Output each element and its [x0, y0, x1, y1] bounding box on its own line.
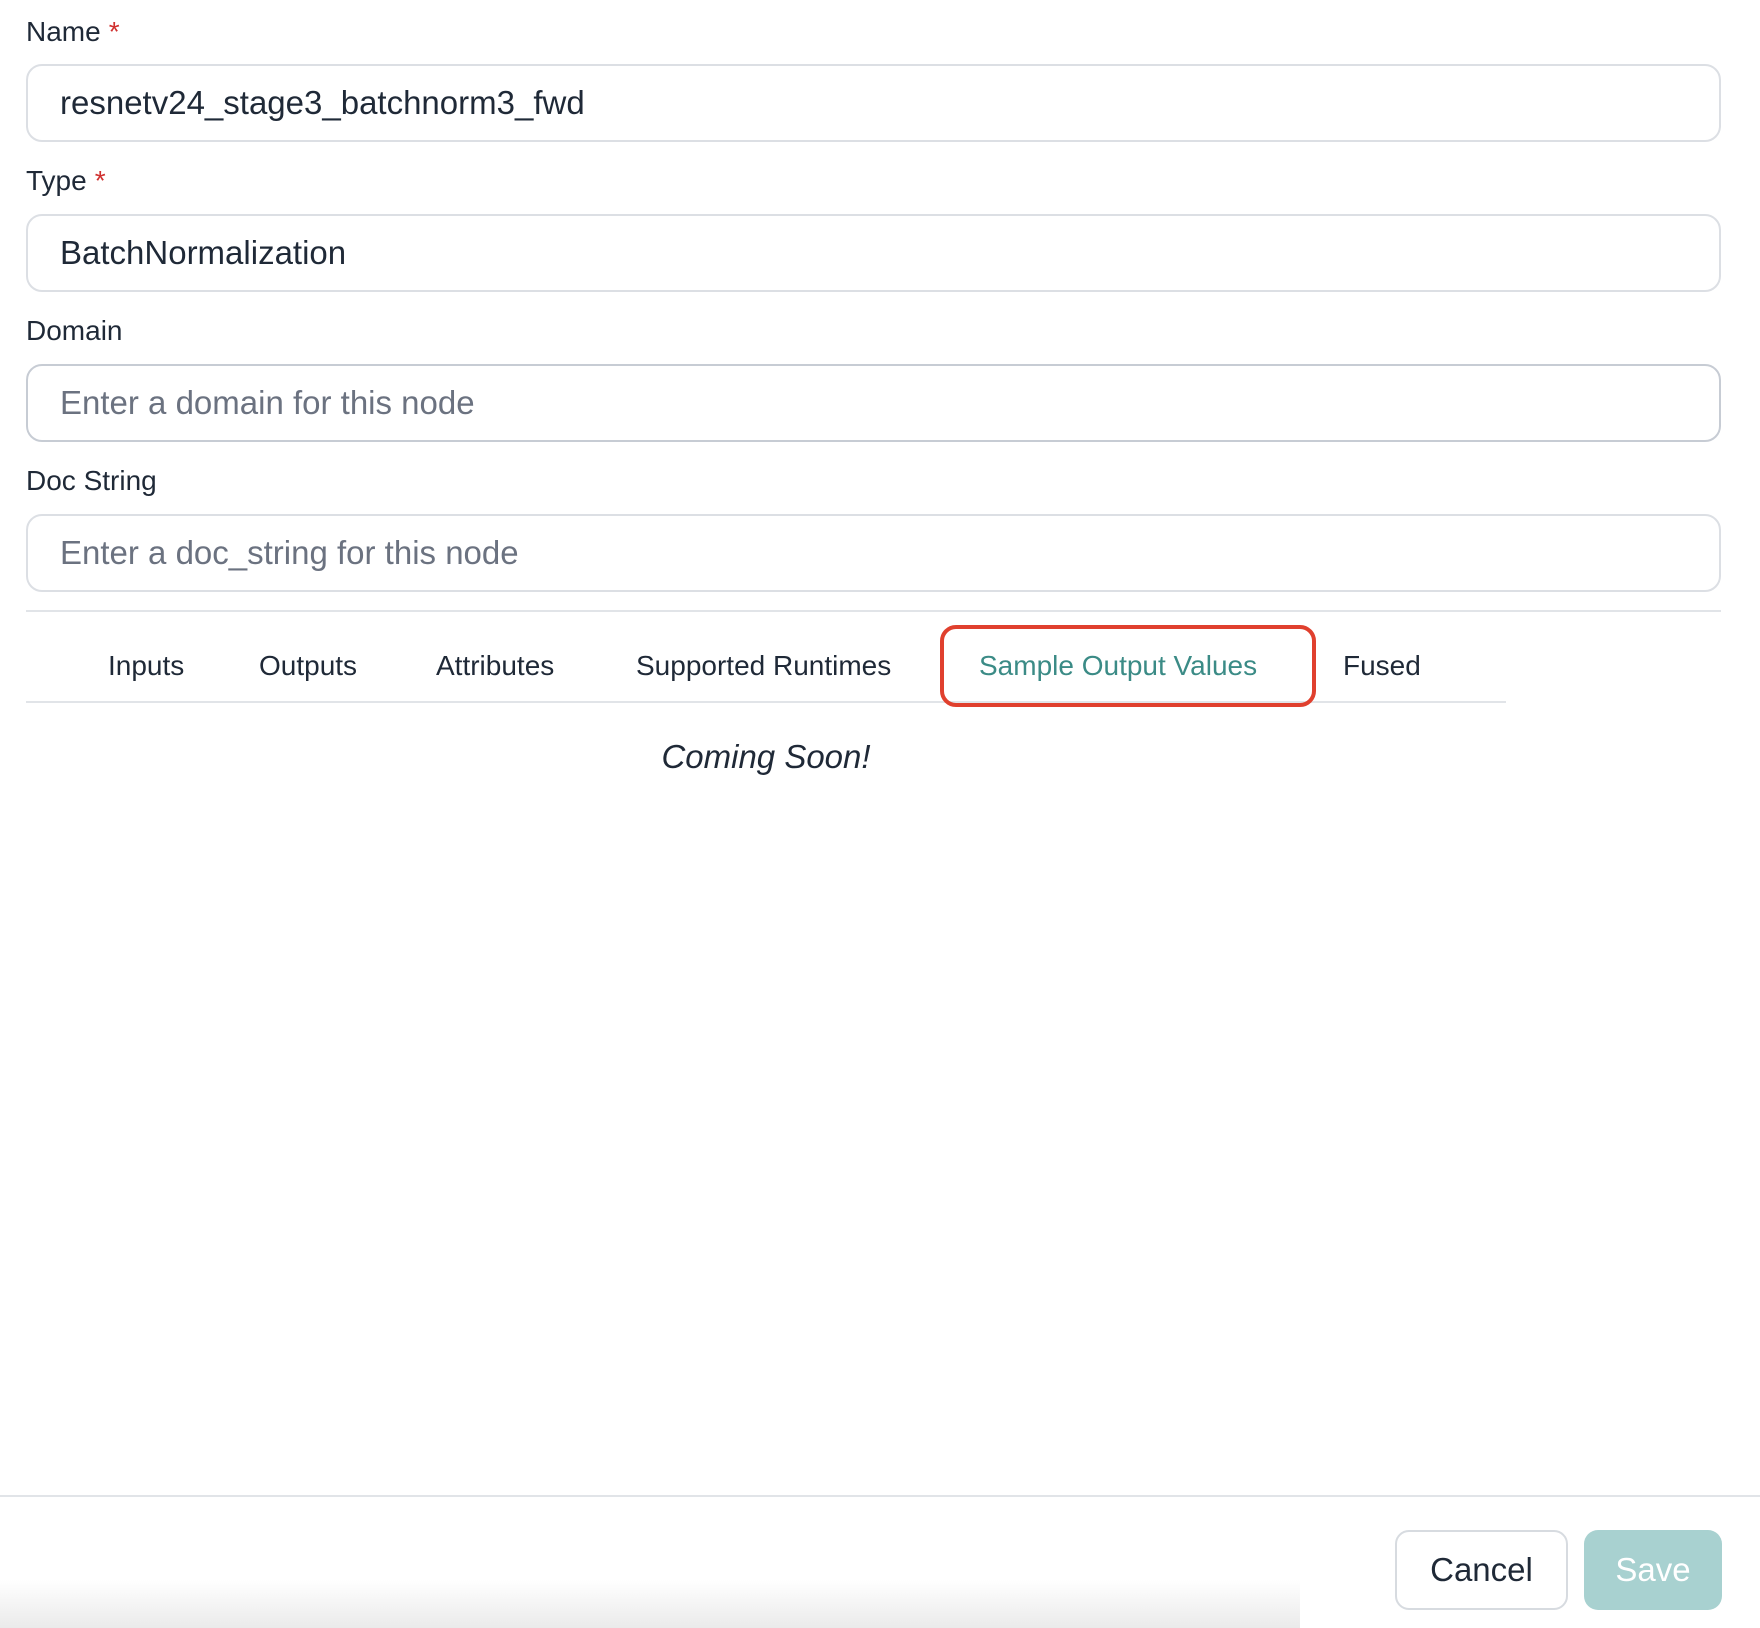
name-input[interactable] [26, 64, 1721, 142]
type-label-text: Type [26, 165, 87, 196]
required-star: * [94, 165, 106, 196]
type-label: Type * [26, 167, 106, 195]
footer-shade [0, 1580, 1300, 1628]
tab-bar-underline [26, 701, 1506, 703]
tab-supported-runtimes[interactable]: Supported Runtimes [636, 612, 891, 704]
tab-bar: Inputs Outputs Attributes Supported Runt… [26, 612, 1506, 704]
tab-inputs[interactable]: Inputs [108, 612, 184, 704]
tab-outputs[interactable]: Outputs [259, 612, 357, 704]
doc-string-input[interactable] [26, 514, 1721, 592]
coming-soon-message: Coming Soon! [661, 738, 871, 775]
required-star: * [108, 16, 120, 47]
name-label: Name * [26, 18, 120, 46]
tab-fused[interactable]: Fused [1343, 612, 1421, 704]
tab-sample-output-values[interactable]: Sample Output Values [979, 612, 1257, 704]
type-input[interactable] [26, 214, 1721, 292]
tab-attributes[interactable]: Attributes [436, 612, 554, 704]
domain-input[interactable] [26, 364, 1721, 442]
domain-label: Domain [26, 317, 122, 345]
node-edit-form: Name* Type* Domain Doc String Inputs Out… [0, 0, 1760, 1628]
doc-string-label-text: Doc String [26, 465, 157, 496]
cancel-button[interactable]: Cancel [1395, 1530, 1568, 1610]
save-button[interactable]: Save [1584, 1530, 1722, 1610]
footer-divider [0, 1495, 1760, 1497]
doc-string-label: Doc String [26, 467, 157, 495]
domain-label-text: Domain [26, 315, 123, 346]
name-label-text: Name [26, 16, 101, 47]
